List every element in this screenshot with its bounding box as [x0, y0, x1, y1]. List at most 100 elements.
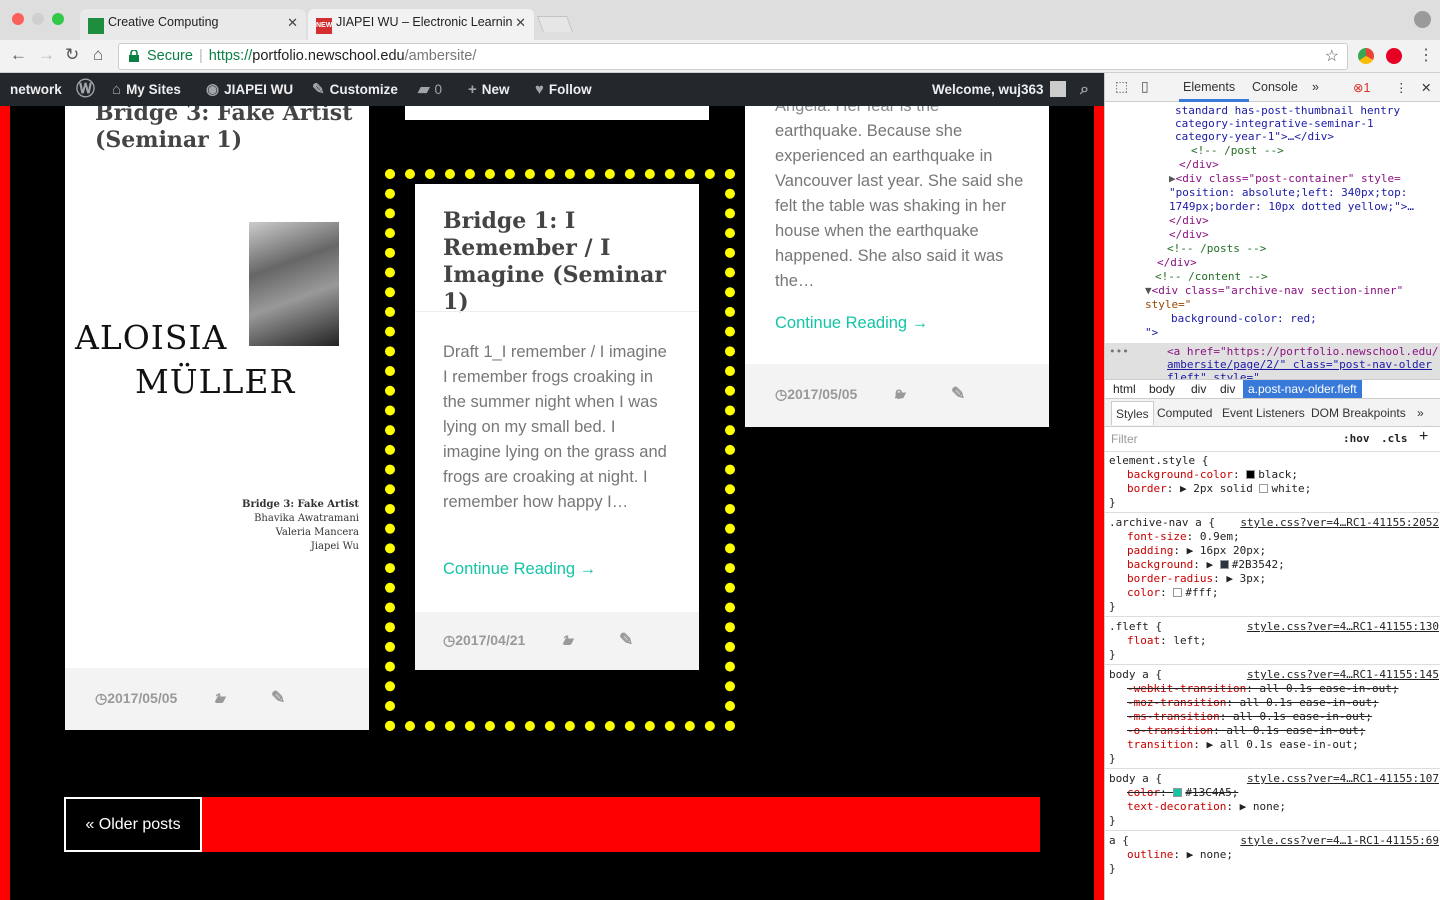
search-icon[interactable]: ⌕ [1080, 73, 1089, 106]
rule-declaration[interactable]: background: ▶ #2B3542; [1127, 558, 1285, 572]
comments-link[interactable]: ▰ 0 [418, 73, 442, 106]
post-date[interactable]: ◷ 2017/05/05 [775, 386, 857, 403]
inspect-element-icon[interactable]: ⬚ [1115, 78, 1128, 95]
rule-declaration[interactable]: background-color: black; [1127, 468, 1298, 482]
rule-source-link[interactable]: style.css?ver=4…RC1-41155:2052 [1240, 516, 1439, 530]
post-thumbnail[interactable]: ALOISIA MÜLLER Bridge 3: Fake Artist Bha… [65, 168, 369, 658]
dom-line[interactable]: </div> [1169, 214, 1209, 228]
tab-elements[interactable]: Elements [1183, 80, 1235, 94]
profile-icon[interactable] [1414, 11, 1431, 28]
tab-jiapei-wu[interactable]: NEW JIAPEI WU – Electronic Learnin ✕ [308, 9, 534, 40]
dom-line-selected[interactable]: ambersite/page/2/" class="post-nav-older [1167, 358, 1432, 372]
continue-reading-link[interactable]: Continue Reading → [443, 560, 596, 579]
rule-declaration[interactable]: -moz-transition: all 0.1s ease-in-out; [1127, 696, 1379, 710]
devtools-menu-icon[interactable]: ⋮ [1395, 80, 1408, 95]
bookmark-star-icon[interactable]: ☆ [1325, 44, 1339, 69]
post-date[interactable]: ◷ 2017/04/21 [443, 632, 525, 649]
tab-creative-computing[interactable]: Creative Computing ✕ [80, 9, 306, 40]
reload-icon[interactable]: ↻ [65, 45, 79, 65]
browser-menu-icon[interactable]: ⋮ [1418, 45, 1434, 65]
pinterest-icon[interactable] [1386, 48, 1402, 64]
continue-reading-link[interactable]: Continue Reading → [775, 314, 928, 333]
edit-icon[interactable]: ✎ [271, 688, 285, 708]
network-menu[interactable]: network [10, 73, 62, 106]
dom-line[interactable]: <!-- /posts --> [1167, 242, 1266, 256]
add-rule-icon[interactable]: + [1419, 428, 1428, 446]
rule-declaration[interactable]: text-decoration: ▶ none; [1127, 800, 1286, 814]
edit-icon[interactable]: ✎ [619, 630, 633, 650]
dom-line[interactable]: "position: absolute;left: 340px;top: [1169, 186, 1407, 200]
rule-declaration[interactable]: float: left; [1127, 634, 1207, 648]
new-content-menu[interactable]: + New [468, 73, 510, 106]
close-tab-icon[interactable]: ✕ [515, 15, 526, 31]
dom-line[interactable]: "> [1145, 326, 1158, 340]
dom-line[interactable]: style=" [1145, 298, 1191, 312]
tab-styles[interactable]: Styles [1111, 401, 1154, 425]
dom-line[interactable]: ▼<div class="archive-nav section-inner" [1145, 284, 1403, 298]
home-icon[interactable]: ⌂ [93, 45, 103, 65]
rule-declaration[interactable]: color: #fff; [1127, 586, 1219, 600]
more-tabs-icon[interactable]: » [1312, 80, 1319, 94]
edit-icon[interactable]: ✎ [951, 384, 965, 404]
error-badge[interactable]: ⊗1 [1353, 80, 1370, 95]
dom-line[interactable]: 1749px;border: 10px dotted yellow;">… [1169, 200, 1414, 214]
address-bar[interactable]: Secure | https://portfolio.newschool.edu/a… [118, 43, 1348, 70]
color-swatch[interactable] [1219, 560, 1229, 569]
window-minimize-button[interactable] [32, 13, 44, 25]
window-zoom-button[interactable] [52, 13, 64, 25]
customize-link[interactable]: ✎ Customize [312, 73, 398, 106]
styles-filter-input[interactable]: Filter [1111, 432, 1138, 446]
color-swatch[interactable] [1173, 788, 1183, 797]
dom-line[interactable]: </div> [1169, 228, 1209, 242]
dom-line[interactable]: ▶<div class="post-container" style= [1169, 172, 1401, 186]
rule-declaration[interactable]: padding: ▶ 16px 20px; [1127, 544, 1266, 558]
dom-line[interactable]: category-integrative-seminar-1 [1175, 117, 1374, 131]
dom-line[interactable]: standard has-post-thumbnail hentry [1175, 104, 1400, 118]
rule-declaration[interactable]: outline: ▶ none; [1127, 848, 1233, 862]
back-icon[interactable]: ← [10, 45, 27, 65]
post-title[interactable]: Bridge 1: I Remember / I Imagine (Semina… [443, 208, 683, 316]
chrome-extension-icon[interactable] [1358, 48, 1374, 64]
post-title[interactable]: Bridge 3: Fake Artist (Seminar 1) [95, 106, 355, 154]
tab-computed[interactable]: Computed [1157, 406, 1212, 420]
rule-declaration[interactable]: -ms-transition: all 0.1s ease-in-out; [1127, 710, 1372, 724]
older-posts-link[interactable]: « Older posts [64, 797, 202, 852]
class-toggle[interactable]: .cls [1381, 432, 1408, 445]
rule-declaration[interactable]: color: #13C4A5; [1127, 786, 1238, 800]
dom-line[interactable]: <!-- /post --> [1191, 144, 1284, 158]
device-toolbar-icon[interactable]: ▯ [1141, 78, 1149, 95]
post-date[interactable]: ◷ 2017/05/05 [95, 690, 177, 707]
rule-source-link[interactable]: style.css?ver=4…RC1-41155:130 [1247, 620, 1439, 634]
wordpress-logo-icon[interactable]: Ⓦ [76, 73, 100, 106]
color-swatch[interactable] [1259, 484, 1269, 493]
dom-line-selected[interactable]: <a href="https://portfolio.newschool.edu… [1167, 345, 1439, 359]
dom-line[interactable]: </div> [1157, 256, 1197, 270]
dom-line[interactable]: background-color: red; [1171, 312, 1317, 326]
site-name-menu[interactable]: ◉ JIAPEI WU [206, 73, 293, 106]
more-panes-icon[interactable]: » [1417, 406, 1424, 420]
breadcrumb-item[interactable]: div [1220, 382, 1235, 396]
breadcrumb-item[interactable]: body [1149, 382, 1175, 396]
dom-ellipsis-icon[interactable]: ••• [1109, 345, 1129, 359]
rule-declaration[interactable]: border: ▶ 2px solid white; [1127, 482, 1311, 496]
color-swatch[interactable] [1246, 470, 1256, 479]
devtools-close-icon[interactable]: ✕ [1421, 80, 1431, 95]
rule-declaration[interactable]: font-size: 0.9em; [1127, 530, 1240, 544]
tab-event-listeners[interactable]: Event Listeners [1222, 406, 1305, 420]
rule-declaration[interactable]: border-radius: ▶ 3px; [1127, 572, 1266, 586]
tab-dom-breakpoints[interactable]: DOM Breakpoints [1311, 406, 1406, 420]
rule-declaration[interactable]: -webkit-transition: all 0.1s ease-in-out… [1127, 682, 1399, 696]
breadcrumb-item-active[interactable]: a.post-nav-older.fleft [1243, 380, 1362, 398]
account-menu[interactable]: Welcome, wuj363 [932, 73, 1066, 106]
my-sites-menu[interactable]: ⌂ My Sites [112, 73, 181, 106]
follow-link[interactable]: ♥ Follow [535, 73, 592, 106]
window-close-button[interactable] [12, 13, 24, 25]
forward-icon[interactable]: → [38, 45, 55, 65]
rule-source-link[interactable]: style.css?ver=4…RC1-41155:107 [1247, 772, 1439, 786]
dom-line[interactable]: <!-- /content --> [1155, 270, 1268, 284]
rule-source-link[interactable]: style.css?ver=4…1-RC1-41155:69 [1240, 834, 1439, 848]
hover-state-toggle[interactable]: :hov [1343, 432, 1370, 445]
rule-declaration[interactable]: transition: ▶ all 0.1s ease-in-out; [1127, 738, 1359, 752]
tab-console[interactable]: Console [1252, 80, 1298, 94]
rule-source-link[interactable]: style.css?ver=4…RC1-41155:145 [1247, 668, 1439, 682]
